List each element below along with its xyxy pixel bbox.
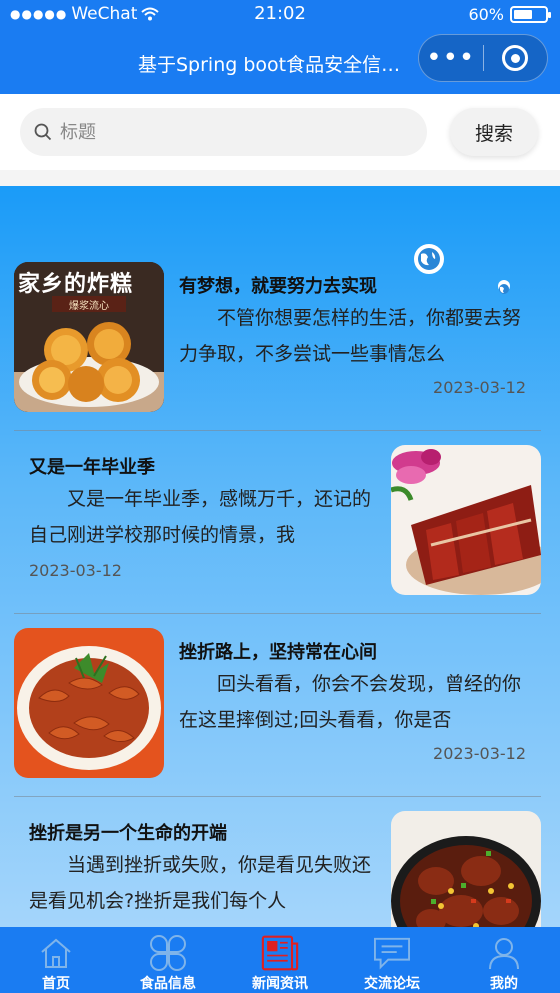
battery-info: 60% xyxy=(468,5,551,24)
thumbnail-subcaption: 爆浆流心 xyxy=(69,301,109,312)
search-input[interactable] xyxy=(60,121,390,143)
user-icon xyxy=(489,938,519,970)
news-title: 有梦想，就要努力去实现 xyxy=(179,276,377,297)
news-title: 又是一年毕业季 xyxy=(29,457,155,478)
target-icon[interactable] xyxy=(484,45,548,71)
chat-icon xyxy=(374,937,410,970)
grid-flower-icon xyxy=(150,935,186,971)
tab-news[interactable]: 新闻资讯 xyxy=(224,927,336,993)
tab-profile[interactable]: 我的 xyxy=(448,927,560,993)
navigation-bar: 基于Spring boot食品安全信息… ••• xyxy=(0,30,560,94)
search-area: 搜索 xyxy=(0,94,560,170)
news-summary: 不管你想要怎样的生活，你都要去努力争取，不多尝试一些事情怎么 xyxy=(179,307,522,365)
list-divider xyxy=(14,430,541,431)
list-item[interactable]: 家乡的炸糕 爆浆流心 有梦想，就要努力去实现 不管你想要怎样的生活，你都要去努力… xyxy=(14,262,541,412)
tab-label: 食品信息 xyxy=(140,976,196,992)
list-divider xyxy=(14,796,541,797)
ellipsis-icon[interactable]: ••• xyxy=(419,38,483,78)
battery-icon xyxy=(510,6,551,23)
news-list: 家乡的炸糕 爆浆流心 有梦想，就要努力去实现 不管你想要怎样的生活，你都要去努力… xyxy=(0,186,560,927)
tab-label: 我的 xyxy=(490,976,518,992)
tab-label: 首页 xyxy=(42,976,70,992)
search-icon xyxy=(34,123,52,141)
news-title: 挫折路上，坚持常在心间 xyxy=(179,642,377,663)
news-date: 2023-03-12 xyxy=(433,378,526,397)
news-date: 2023-03-12 xyxy=(433,744,526,763)
news-summary: 当遇到挫折或失败，你是看见失败还是看见机会?挫折是我们每个人 xyxy=(29,854,372,912)
list-item[interactable]: 挫折是另一个生命的开端 当遇到挫折或失败，你是看见失败还是看见机会?挫折是我们每… xyxy=(14,811,541,927)
news-summary: 又是一年毕业季，感慨万千，还记的自己刚进学校那时候的情景，我 xyxy=(29,488,372,546)
tab-food-info[interactable]: 食品信息 xyxy=(112,927,224,993)
search-button[interactable]: 搜索 xyxy=(450,108,538,156)
tab-bar: 首页 食品信息 新闻资讯 交流论坛 我的 xyxy=(0,927,560,993)
tab-home[interactable]: 首页 xyxy=(0,927,112,993)
news-date: 2023-03-12 xyxy=(29,561,122,580)
news-thumbnail xyxy=(14,628,164,778)
section-gap xyxy=(0,170,560,186)
list-item[interactable]: 又是一年毕业季 又是一年毕业季，感慨万千，还记的自己刚进学校那时候的情景，我 2… xyxy=(14,445,541,595)
news-thumbnail: 家乡的炸糕 爆浆流心 xyxy=(14,262,164,412)
thumbnail-caption: 家乡的炸糕 xyxy=(18,272,134,297)
news-title: 挫折是另一个生命的开端 xyxy=(29,823,227,844)
home-icon xyxy=(41,938,71,968)
mini-program-capsule: ••• xyxy=(418,34,548,82)
news-thumbnail xyxy=(391,811,541,927)
tab-label: 新闻资讯 xyxy=(252,976,308,992)
status-bar: ●●●●● WeChat 21:02 60% xyxy=(0,0,560,30)
news-summary: 回头看看，你会不会发现，曾经的你在这里摔倒过;回头看看，你是否 xyxy=(179,673,522,731)
battery-percent: 60% xyxy=(468,5,504,24)
newspaper-icon xyxy=(261,935,299,971)
tab-label: 交流论坛 xyxy=(364,976,420,992)
tab-forum[interactable]: 交流论坛 xyxy=(336,927,448,993)
page-title: 基于Spring boot食品安全信息… xyxy=(138,54,413,76)
search-box[interactable] xyxy=(20,108,427,156)
list-item[interactable]: 挫折路上，坚持常在心间 回头看看，你会不会发现，曾经的你在这里摔倒过;回头看看，… xyxy=(14,628,541,778)
news-thumbnail xyxy=(391,445,541,595)
list-divider xyxy=(14,613,541,614)
